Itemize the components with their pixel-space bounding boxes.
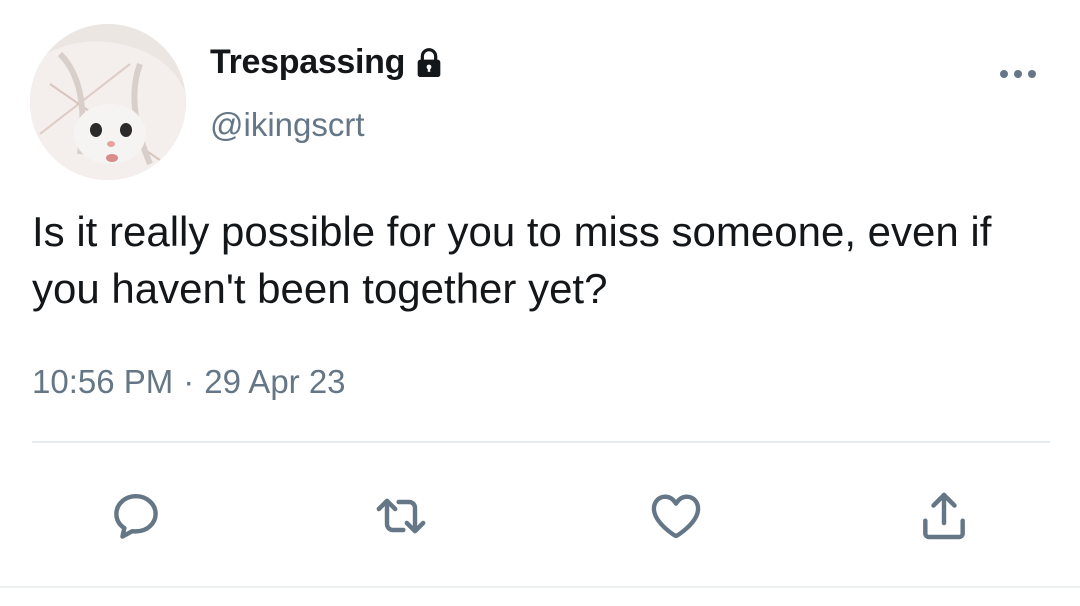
tweet-text: Is it really possible for you to miss so… (32, 208, 992, 312)
retweet-button[interactable] (371, 486, 431, 546)
tweet-detail: Trespassing @ikingscrt Is it really poss… (0, 0, 1080, 606)
avatar-image (30, 24, 186, 180)
reply-button[interactable] (106, 486, 166, 546)
user-name-row: Trespassing (210, 40, 445, 84)
tweet-timestamp: 10:56 PM · 29 Apr 23 (32, 363, 346, 401)
display-name[interactable]: Trespassing (210, 43, 405, 82)
more-icon[interactable] (996, 62, 1040, 86)
avatar[interactable] (30, 24, 186, 180)
share-icon (923, 492, 965, 540)
share-button[interactable] (914, 486, 974, 546)
lock-icon (413, 47, 445, 79)
retweet-icon (376, 498, 426, 534)
divider (32, 441, 1050, 443)
reply-icon (114, 493, 158, 539)
tweet-time[interactable]: 10:56 PM (32, 363, 173, 401)
heart-icon (651, 494, 701, 539)
bottom-divider (0, 586, 1080, 588)
meta-separator: · (183, 363, 195, 400)
like-button[interactable] (646, 486, 706, 546)
tweet-date[interactable]: 29 Apr 23 (204, 363, 345, 401)
user-handle[interactable]: @ikingscrt (210, 106, 365, 144)
